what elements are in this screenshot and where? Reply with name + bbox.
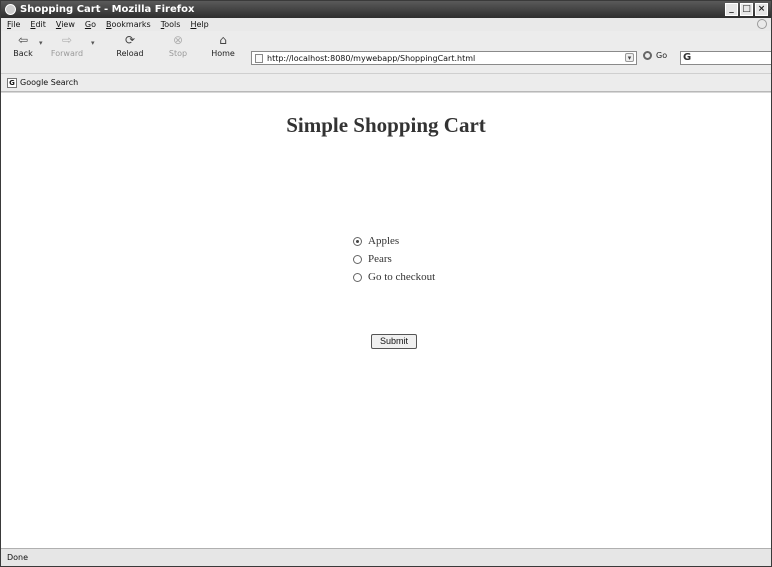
option-apples-label: Apples [368, 235, 400, 247]
radio-pears[interactable] [353, 254, 362, 264]
page-title: Simple Shopping Cart [286, 113, 486, 137]
menu-bookmarks[interactable]: Bookmarks [106, 20, 151, 29]
close-button[interactable]: × [755, 3, 768, 16]
radio-apples[interactable] [353, 236, 362, 246]
radio-checkout[interactable] [353, 272, 362, 282]
menu-edit[interactable]: Edit [30, 20, 46, 29]
go-icon [643, 51, 652, 60]
google-search-engine-icon[interactable]: G [683, 52, 691, 63]
firefox-icon [5, 4, 16, 15]
menu-go[interactable]: Go [85, 20, 96, 29]
forward-arrow-icon: ⇨ [61, 33, 73, 47]
stop-icon: ⊗ [172, 33, 184, 47]
option-apples[interactable]: Apples [353, 232, 435, 250]
url-text: http://localhost:8080/mywebapp/ShoppingC… [267, 53, 476, 63]
reload-button[interactable]: ⟳ Reload [110, 33, 150, 58]
navigation-toolbar: ⇦ Back ▾ ⇨ Forward ▾ ⟳ Reload ⊗ Stop ⌂ H… [1, 31, 771, 74]
option-checkout-label: Go to checkout [368, 271, 436, 283]
home-button[interactable]: ⌂ Home [203, 33, 243, 58]
reload-icon: ⟳ [124, 33, 136, 47]
throbber-icon [757, 19, 767, 29]
page-icon [255, 53, 263, 63]
back-button[interactable]: ⇦ Back [3, 33, 43, 58]
submit-button[interactable]: Submit [371, 334, 417, 349]
back-arrow-icon: ⇦ [17, 33, 29, 47]
search-input[interactable]: G [680, 51, 771, 65]
bookmarks-toolbar: G Google Search [1, 74, 771, 92]
minimize-button[interactable]: _ [725, 3, 738, 16]
menu-tools[interactable]: Tools [161, 20, 181, 29]
go-button[interactable]: Go [643, 51, 667, 60]
forward-history-dropdown[interactable]: ▾ [91, 39, 95, 47]
title-bar: Shopping Cart - Mozilla Firefox _ □ × [1, 1, 771, 18]
fruit-radio-group: Apples Pears Go to checkout [353, 232, 435, 286]
maximize-button[interactable]: □ [740, 3, 753, 16]
stop-button[interactable]: ⊗ Stop [158, 33, 198, 58]
google-bookmark-icon: G [7, 77, 17, 88]
menu-bar: File Edit View Go Bookmarks Tools Help [1, 18, 771, 31]
menu-help[interactable]: Help [190, 20, 208, 29]
option-pears-label: Pears [368, 253, 392, 265]
menu-file[interactable]: File [7, 20, 20, 29]
menu-view[interactable]: View [56, 20, 75, 29]
google-search-bookmark[interactable]: Google Search [20, 78, 78, 87]
forward-button[interactable]: ⇨ Forward [47, 33, 87, 58]
browser-window: Shopping Cart - Mozilla Firefox _ □ × Fi… [0, 0, 772, 567]
option-pears[interactable]: Pears [353, 250, 435, 268]
address-bar[interactable]: http://localhost:8080/mywebapp/ShoppingC… [251, 51, 637, 65]
window-controls: _ □ × [725, 3, 768, 16]
back-history-dropdown[interactable]: ▾ [39, 39, 43, 47]
status-bar: Done [1, 548, 771, 566]
page-content: Simple Shopping Cart Apples Pears Go to … [1, 93, 771, 548]
home-icon: ⌂ [219, 33, 227, 47]
option-checkout[interactable]: Go to checkout [353, 268, 435, 286]
url-dropdown-icon[interactable]: ▾ [625, 53, 634, 62]
window-title: Shopping Cart - Mozilla Firefox [20, 4, 195, 15]
